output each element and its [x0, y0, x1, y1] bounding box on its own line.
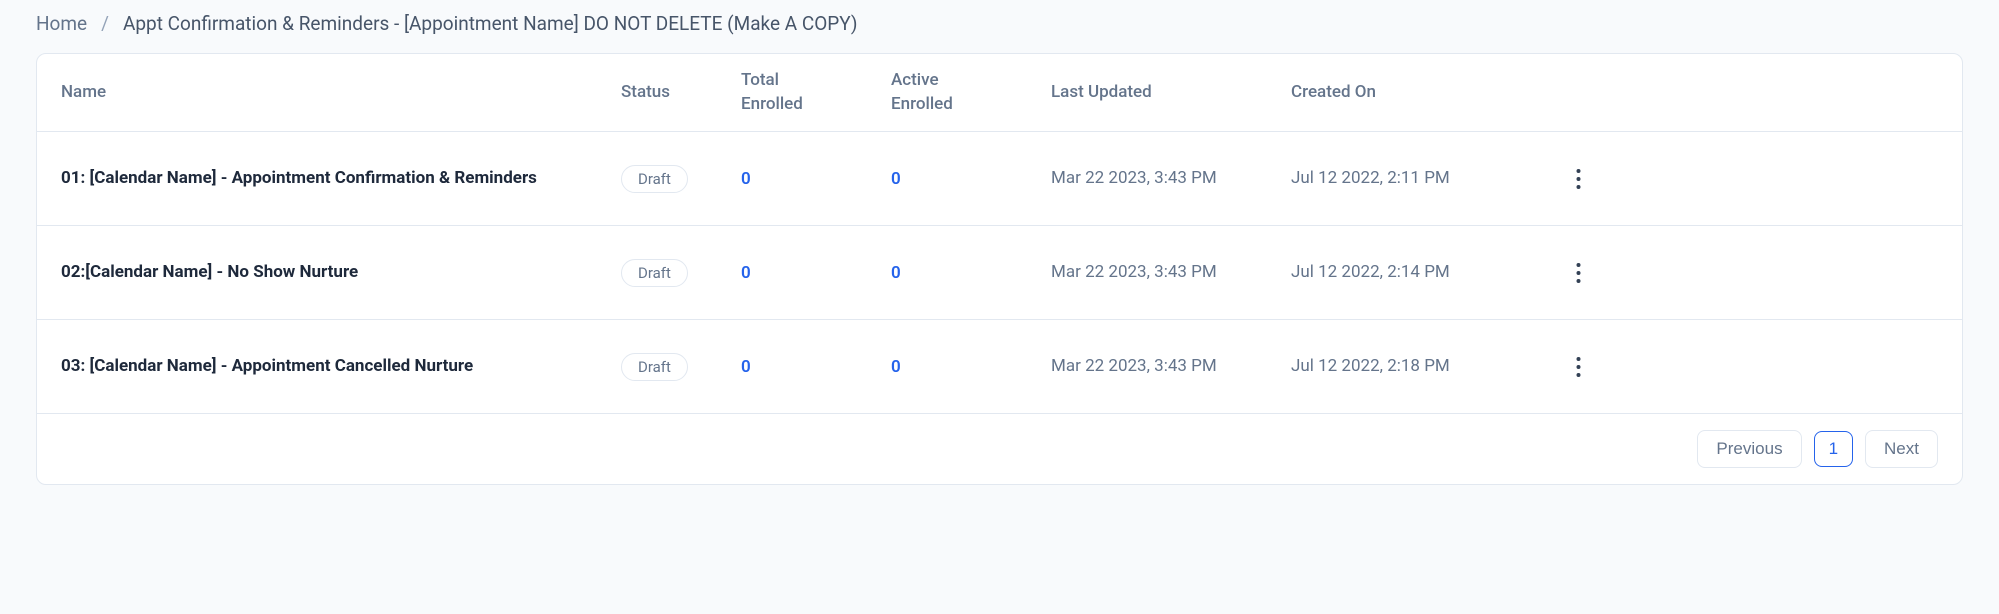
row-created-on: Jul 12 2022, 2:14 PM: [1291, 260, 1511, 286]
column-total-enrolled: Total Enrolled: [741, 69, 891, 117]
row-status-cell: Draft: [621, 353, 741, 381]
page-number-current[interactable]: 1: [1814, 431, 1853, 467]
breadcrumb-home-link[interactable]: Home: [36, 12, 87, 35]
table-header: Name Status Total Enrolled Active Enroll…: [37, 54, 1962, 132]
status-badge: Draft: [621, 165, 688, 193]
row-total-enrolled[interactable]: 0: [741, 169, 891, 189]
row-last-updated: Mar 22 2023, 3:43 PM: [1051, 166, 1291, 192]
row-status-cell: Draft: [621, 165, 741, 193]
breadcrumb-current: Appt Confirmation & Reminders - [Appoint…: [123, 12, 858, 35]
row-last-updated: Mar 22 2023, 3:43 PM: [1051, 260, 1291, 286]
column-status: Status: [621, 81, 741, 105]
more-vertical-icon: [1576, 169, 1581, 189]
pagination: Previous 1 Next: [37, 414, 1962, 484]
status-badge: Draft: [621, 353, 688, 381]
column-active-enrolled-l2: Enrolled: [891, 93, 1051, 117]
status-badge: Draft: [621, 259, 688, 287]
previous-button[interactable]: Previous: [1697, 430, 1801, 468]
row-active-enrolled[interactable]: 0: [891, 357, 1051, 377]
next-button[interactable]: Next: [1865, 430, 1938, 468]
row-created-on: Jul 12 2022, 2:18 PM: [1291, 354, 1511, 380]
more-actions-button[interactable]: [1566, 163, 1591, 195]
breadcrumb-separator: /: [101, 12, 109, 35]
row-active-enrolled[interactable]: 0: [891, 263, 1051, 283]
row-total-enrolled[interactable]: 0: [741, 263, 891, 283]
column-name: Name: [61, 81, 621, 105]
more-vertical-icon: [1576, 357, 1581, 377]
table-row[interactable]: 03: [Calendar Name] - Appointment Cancel…: [37, 320, 1962, 414]
column-total-enrolled-l2: Enrolled: [741, 93, 891, 117]
column-active-enrolled-l1: Active: [891, 69, 1051, 93]
row-name: 03: [Calendar Name] - Appointment Cancel…: [61, 354, 621, 380]
column-last-updated: Last Updated: [1051, 81, 1291, 105]
row-actions: [1511, 163, 1591, 195]
row-actions: [1511, 257, 1591, 289]
row-created-on: Jul 12 2022, 2:11 PM: [1291, 166, 1511, 192]
column-total-enrolled-l1: Total: [741, 69, 891, 93]
workflow-table-card: Name Status Total Enrolled Active Enroll…: [36, 53, 1963, 485]
row-actions: [1511, 351, 1591, 383]
row-active-enrolled[interactable]: 0: [891, 169, 1051, 189]
more-actions-button[interactable]: [1566, 257, 1591, 289]
more-actions-button[interactable]: [1566, 351, 1591, 383]
breadcrumb: Home / Appt Confirmation & Reminders - […: [36, 12, 1963, 35]
row-last-updated: Mar 22 2023, 3:43 PM: [1051, 354, 1291, 380]
column-active-enrolled: Active Enrolled: [891, 69, 1051, 117]
row-name: 01: [Calendar Name] - Appointment Confir…: [61, 166, 621, 192]
more-vertical-icon: [1576, 263, 1581, 283]
row-total-enrolled[interactable]: 0: [741, 357, 891, 377]
row-status-cell: Draft: [621, 259, 741, 287]
column-created-on: Created On: [1291, 81, 1511, 105]
table-row[interactable]: 01: [Calendar Name] - Appointment Confir…: [37, 132, 1962, 226]
table-row[interactable]: 02:[Calendar Name] - No Show Nurture Dra…: [37, 226, 1962, 320]
row-name: 02:[Calendar Name] - No Show Nurture: [61, 260, 621, 286]
